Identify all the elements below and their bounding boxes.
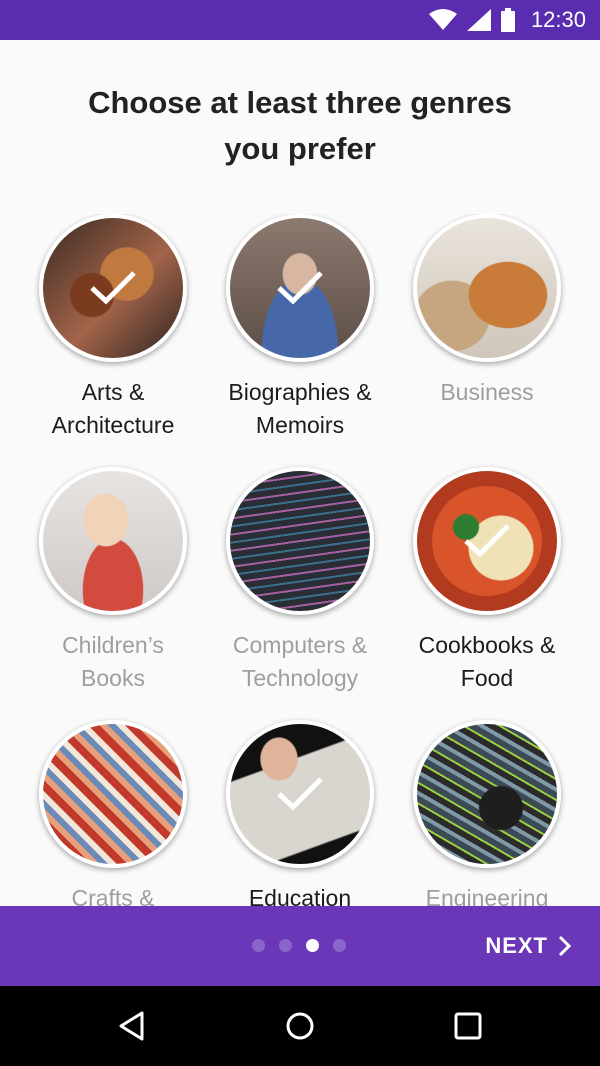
back-button[interactable] <box>114 1008 150 1044</box>
page-indicator <box>252 939 346 952</box>
bottom-bar: NEXT <box>0 906 600 986</box>
status-bar: 12:30 <box>0 0 600 40</box>
back-icon <box>119 1011 144 1041</box>
battery-icon <box>500 8 515 32</box>
genre-tile-arts[interactable]: Arts & Architecture <box>20 214 206 442</box>
chevron-right-icon <box>558 935 572 957</box>
check-icon <box>277 271 323 305</box>
system-nav-bar <box>0 986 600 1066</box>
next-label: NEXT <box>485 933 548 958</box>
page-title: Choose at least three genres you prefer <box>88 85 512 166</box>
check-icon <box>464 524 510 558</box>
genre-image <box>413 467 561 615</box>
genre-label: Crafts & <box>71 885 155 906</box>
genre-tile-engineering[interactable]: Engineering <box>394 720 580 906</box>
genre-image <box>39 467 187 615</box>
genre-image <box>226 214 374 362</box>
genre-tile-childrens-books[interactable]: Children’s Books <box>20 467 206 695</box>
genre-label: Computers & Technology <box>232 632 368 691</box>
recents-button[interactable] <box>450 1008 486 1044</box>
signal-icon <box>466 9 491 31</box>
home-button[interactable] <box>282 1008 318 1044</box>
genre-label: Arts & Architecture <box>51 379 175 438</box>
recents-icon <box>454 1012 482 1040</box>
genre-image <box>39 720 187 868</box>
genre-image <box>226 720 374 868</box>
check-icon <box>90 271 136 305</box>
genre-label: Business <box>440 379 534 405</box>
genre-image <box>39 214 187 362</box>
genre-image <box>413 720 561 868</box>
genre-label: Engineering <box>425 885 549 906</box>
genre-label: Biographies & Memoirs <box>228 379 372 438</box>
genre-grid: Arts & Architecture Biographies & Memoir… <box>0 214 600 906</box>
next-button[interactable]: NEXT <box>485 928 572 964</box>
page-dot-active <box>306 939 319 952</box>
home-icon <box>286 1012 314 1040</box>
genre-tile-biographies[interactable]: Biographies & Memoirs <box>207 214 393 442</box>
page-dot <box>279 939 292 952</box>
genre-tile-education[interactable]: Education <box>207 720 393 906</box>
genre-label: Education <box>248 885 352 906</box>
genre-label: Cookbooks & Food <box>418 632 556 691</box>
genre-tile-cookbooks[interactable]: Cookbooks & Food <box>394 467 580 695</box>
genre-tile-business[interactable]: Business <box>394 214 580 409</box>
genre-tile-computers[interactable]: Computers & Technology <box>207 467 393 695</box>
genre-image <box>413 214 561 362</box>
page-dot <box>252 939 265 952</box>
genre-image <box>226 467 374 615</box>
wifi-icon <box>428 9 457 30</box>
page-dot <box>333 939 346 952</box>
genre-tile-crafts[interactable]: Crafts & <box>20 720 206 906</box>
check-icon <box>277 777 323 811</box>
clock: 12:30 <box>530 7 586 32</box>
genre-label: Children’s Books <box>62 632 164 691</box>
